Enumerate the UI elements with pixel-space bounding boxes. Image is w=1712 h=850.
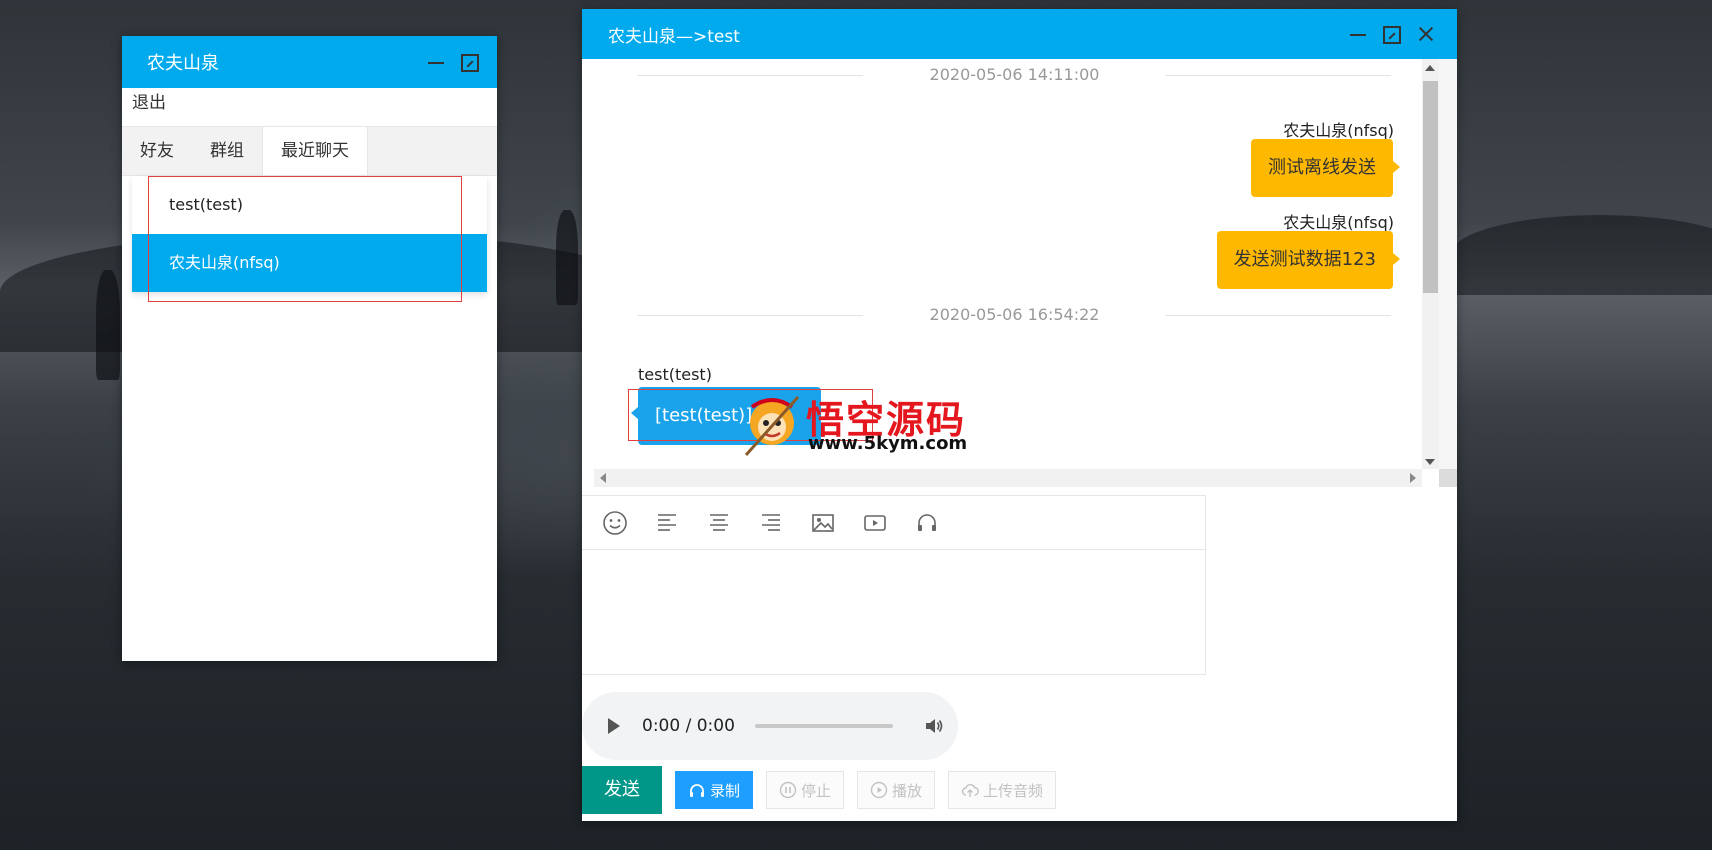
upload-label: 上传音频	[983, 781, 1044, 800]
send-button-row: 发送 录制 停止 播放 上传音频	[582, 766, 1057, 814]
minimize-icon[interactable]	[425, 51, 447, 73]
scroll-right-icon[interactable]	[1410, 473, 1416, 483]
image-icon[interactable]	[810, 510, 836, 536]
vertical-scrollbar[interactable]	[1422, 59, 1439, 469]
video-icon[interactable]	[862, 510, 888, 536]
recent-chat-list: test(test) 农夫山泉(nfsq)	[132, 176, 487, 292]
scroll-down-icon[interactable]	[1425, 459, 1435, 465]
align-center-icon[interactable]	[706, 510, 732, 536]
contacts-window: 农夫山泉 退出 好友 群组 最近聊天 test(test) 农夫山泉(nfsq)	[122, 36, 497, 661]
scroll-thumb[interactable]	[1423, 81, 1438, 293]
message-input[interactable]	[582, 550, 1205, 674]
message-sender: 农夫山泉(nfsq)	[1283, 213, 1394, 232]
message-bubble: 发送测试数据123	[1216, 231, 1401, 289]
record-button[interactable]: 录制	[675, 771, 754, 809]
tab-groups[interactable]: 群组	[192, 127, 262, 175]
play-button[interactable]: 播放	[857, 771, 936, 809]
logout-link[interactable]: 退出	[122, 88, 497, 126]
monkey-logo-icon	[744, 395, 800, 457]
play-circle-icon	[870, 781, 888, 799]
chat-window: 农夫山泉—>test 2020-05-06 14:11:00 农夫山泉(nfsq…	[582, 9, 1457, 821]
close-icon[interactable]	[1415, 23, 1437, 45]
list-item[interactable]: test(test)	[132, 176, 487, 234]
message-timestamp: 2020-05-06 14:11:00	[638, 65, 1391, 84]
contact-tabs: 好友 群组 最近聊天	[122, 126, 497, 176]
scroll-left-icon[interactable]	[600, 473, 606, 483]
watermark-url: www.5kym.com	[808, 433, 968, 454]
play-label: 播放	[892, 781, 923, 800]
stop-button[interactable]: 停止	[766, 771, 845, 809]
editor-toolbar	[582, 496, 1205, 550]
send-button[interactable]: 发送	[582, 766, 662, 814]
audio-player: 0:00 / 0:00	[582, 692, 958, 760]
scroll-track-bg	[1439, 59, 1457, 469]
scroll-up-icon[interactable]	[1425, 65, 1435, 71]
background-figure	[96, 270, 120, 380]
maximize-icon[interactable]	[461, 54, 479, 72]
minimize-icon[interactable]	[1347, 23, 1369, 45]
headphones-icon	[690, 784, 704, 797]
message-sender: test(test)	[638, 365, 712, 384]
stop-label: 停止	[801, 781, 832, 800]
cloud-upload-icon	[961, 784, 979, 797]
message-sender: 农夫山泉(nfsq)	[1283, 121, 1394, 140]
align-left-icon[interactable]	[654, 510, 680, 536]
message-timestamp: 2020-05-06 16:54:22	[638, 305, 1391, 324]
audio-progress-slider[interactable]	[754, 724, 893, 728]
message-area[interactable]: 2020-05-06 14:11:00 农夫山泉(nfsq) 测试离线发送 农夫…	[582, 59, 1457, 495]
contacts-window-title: 农夫山泉	[147, 53, 219, 74]
list-item[interactable]: 农夫山泉(nfsq)	[132, 234, 487, 292]
scroll-corner	[1439, 469, 1457, 487]
contacts-title-bar[interactable]: 农夫山泉	[122, 36, 497, 88]
audio-time: 0:00 / 0:00	[642, 716, 735, 736]
record-label: 录制	[710, 781, 741, 800]
chat-window-title: 农夫山泉—>test	[608, 26, 740, 47]
chat-title-bar[interactable]: 农夫山泉—>test	[582, 9, 1457, 59]
volume-icon[interactable]	[923, 715, 945, 737]
message-editor	[582, 495, 1206, 675]
background-figure	[556, 210, 578, 305]
horizontal-scrollbar[interactable]	[594, 469, 1422, 487]
watermark: 悟空源码 www.5kym.com	[742, 393, 980, 465]
pause-icon	[779, 781, 797, 799]
play-icon[interactable]	[608, 718, 620, 734]
align-right-icon[interactable]	[758, 510, 784, 536]
tab-friends[interactable]: 好友	[122, 127, 192, 175]
maximize-icon[interactable]	[1383, 26, 1401, 44]
message-bubble: 测试离线发送	[1251, 139, 1400, 197]
window-controls	[425, 36, 479, 88]
tab-recent-chats[interactable]: 最近聊天	[262, 127, 368, 175]
emoji-icon[interactable]	[602, 510, 628, 536]
upload-audio-button[interactable]: 上传音频	[948, 771, 1057, 809]
window-controls	[1347, 9, 1437, 59]
audio-icon[interactable]	[914, 510, 940, 536]
background-hill	[1450, 215, 1712, 295]
